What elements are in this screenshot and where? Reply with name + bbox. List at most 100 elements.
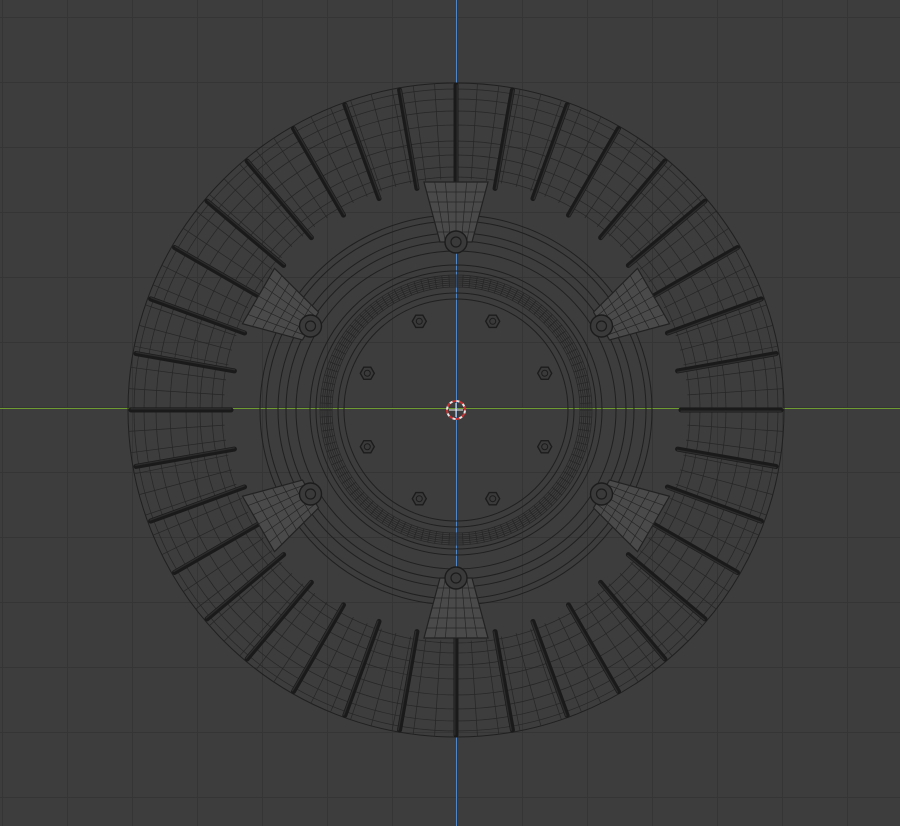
tread-bar — [291, 126, 346, 218]
tread-edge — [150, 297, 246, 333]
rim-band-edge — [566, 465, 578, 472]
tread-bar — [148, 484, 248, 524]
hub-bolt-icon — [536, 440, 553, 454]
tire-edge — [687, 388, 784, 396]
tread-bar — [664, 484, 764, 524]
tread-edge — [626, 554, 705, 621]
tread-edge — [205, 553, 284, 619]
tire-edge — [370, 633, 397, 726]
tire-edge — [596, 150, 656, 227]
rim-band-edge — [528, 509, 537, 520]
rim-band-edge — [331, 459, 343, 466]
rim-band-edge — [569, 459, 581, 466]
rim-band-edge — [528, 300, 537, 311]
pad-bolt-icon — [444, 566, 468, 590]
tire-edge — [663, 511, 751, 555]
3d-cursor-icon[interactable] — [446, 400, 466, 420]
tread-edge — [566, 604, 619, 693]
tread-edge — [599, 582, 665, 661]
tread-bar — [648, 245, 740, 300]
tire-edge — [350, 628, 382, 720]
tread-bar — [148, 296, 248, 336]
rim-band-edge — [569, 354, 581, 361]
tread-bar — [598, 579, 668, 662]
tread-bar — [244, 158, 314, 241]
rim-band-edge — [511, 519, 519, 531]
rim-band-edge — [556, 330, 567, 338]
3d-viewport[interactable] — [0, 0, 900, 826]
tire-edge — [675, 304, 767, 337]
tire-edge — [619, 178, 689, 247]
pad-bolt-icon — [298, 314, 323, 338]
tread-edge — [650, 247, 739, 300]
tread-bar — [291, 602, 346, 694]
tread-edge — [628, 201, 707, 267]
tire-edge — [680, 469, 773, 495]
hub-bolt-icon — [411, 314, 428, 329]
tire-edge — [558, 617, 602, 704]
rim-band-edge — [511, 289, 519, 301]
tread-edge — [568, 128, 621, 217]
tire-edge — [139, 469, 232, 495]
rim-band-edge — [375, 509, 384, 520]
tire-edge — [515, 633, 542, 726]
tread-edge — [649, 522, 738, 575]
pad-bolt-icon — [298, 482, 323, 506]
tread-bar — [172, 245, 264, 300]
rim-band-edge — [566, 348, 578, 355]
tire-edge — [161, 265, 249, 309]
rim-band-edge — [334, 348, 346, 355]
rim-band-edge — [400, 522, 406, 534]
connector-pad — [241, 479, 323, 553]
rim-band-edge — [393, 289, 401, 301]
tire-edge — [434, 83, 442, 180]
tread-bar — [598, 158, 668, 241]
tread-bar — [172, 520, 264, 575]
tire-edge — [161, 511, 249, 555]
rim-band-edge — [506, 286, 512, 298]
rim-band-edge — [345, 330, 356, 338]
pad-bolt-icon — [589, 482, 614, 506]
tread-edge — [345, 103, 381, 199]
rim-band-edge — [393, 519, 401, 531]
tire-edge — [195, 210, 273, 270]
pad-bolt-icon — [589, 314, 614, 338]
tread-edge — [174, 245, 263, 298]
wireframe-scene[interactable] — [0, 0, 900, 826]
hub-bolt-icon — [359, 440, 376, 454]
rim-band-edge — [506, 522, 512, 534]
tire-edge — [195, 550, 273, 610]
tread-bar — [566, 126, 621, 218]
connector-pad — [589, 479, 671, 553]
tread-bar — [244, 579, 314, 662]
tire-edge — [139, 325, 232, 351]
tire-edge — [530, 100, 562, 192]
rim-band-edge — [556, 482, 567, 490]
tread-edge — [173, 520, 262, 573]
tread-edge — [245, 580, 312, 659]
tire-edge — [639, 210, 717, 270]
rim-band-edge — [345, 482, 356, 490]
connector-pad — [241, 267, 323, 341]
tread-bar — [625, 552, 708, 622]
tread-edge — [600, 161, 667, 240]
tread-edge — [247, 159, 313, 238]
tire-edge — [350, 100, 382, 192]
tire-edge — [619, 573, 689, 642]
tire-edge — [145, 304, 237, 337]
hub-bolt-icon — [484, 491, 501, 506]
tire-edge — [558, 116, 602, 203]
connector-pad — [589, 267, 671, 341]
tread-edge — [495, 89, 515, 190]
tire-edge — [434, 640, 442, 737]
tire-edge — [515, 94, 542, 187]
tread-bar — [648, 520, 740, 575]
rim-band-edge — [375, 300, 384, 311]
rim-band-edge — [331, 354, 343, 361]
tire-edge — [530, 628, 562, 720]
tire-edge — [128, 424, 225, 432]
hub-bolt-icon — [411, 491, 428, 506]
tread-bar — [204, 198, 287, 268]
tire-edge — [680, 325, 773, 351]
hub-bolt-icon — [484, 314, 501, 329]
